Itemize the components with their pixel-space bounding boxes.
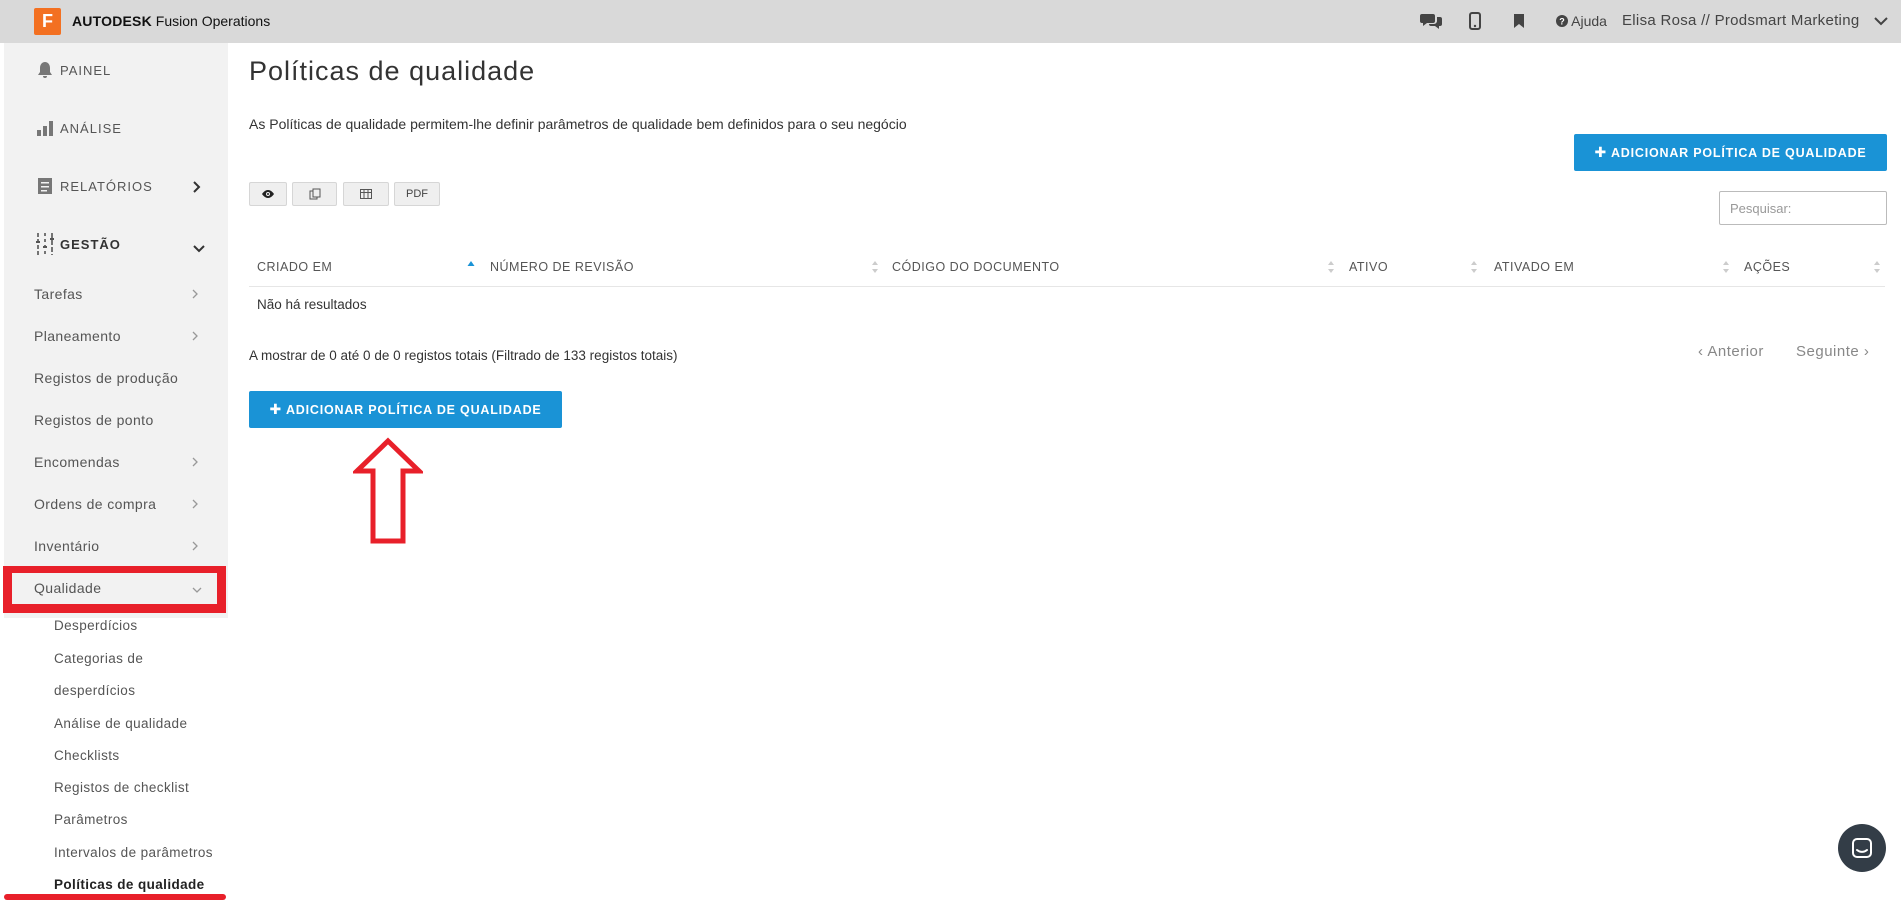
sidebar-item-registos-producao[interactable]: Registos de produção xyxy=(34,370,178,386)
plus-icon: ✚ xyxy=(269,401,282,417)
eye-icon xyxy=(262,190,274,198)
sidebar-item-analise[interactable]: ANÁLISE xyxy=(34,116,122,140)
chevron-right-icon xyxy=(192,330,198,344)
sidebar-label-relatorios: RELATÓRIOS xyxy=(60,178,153,194)
chevron-right-icon: › xyxy=(1863,343,1870,360)
bookmark-icon[interactable] xyxy=(1507,10,1531,32)
export-table-button[interactable] xyxy=(343,182,389,206)
add-quality-policy-label: ADICIONAR POLÍTICA DE QUALIDADE xyxy=(285,402,542,417)
table-header-divider xyxy=(249,286,1885,287)
brand-product: Fusion Operations xyxy=(151,13,271,29)
sidebar-item-tarefas[interactable]: Tarefas xyxy=(34,286,83,302)
help-icon: ? xyxy=(1556,15,1568,27)
pagination-previous[interactable]: ‹ Anterior xyxy=(1698,343,1764,360)
chevron-right-icon xyxy=(192,540,198,554)
annotation-highlight-box xyxy=(3,566,226,613)
pagination-next-label: Seguinte xyxy=(1796,343,1860,360)
column-header-codigo-documento[interactable]: CÓDIGO DO DOCUMENTO xyxy=(892,260,1060,274)
pagination-next[interactable]: Seguinte › xyxy=(1796,343,1869,360)
brand-autodesk: AUTODESK xyxy=(72,13,152,29)
brand-name[interactable]: AUTODESK Fusion Operations xyxy=(72,13,270,29)
chevron-right-icon xyxy=(192,288,198,302)
support-chat-button[interactable] xyxy=(1838,824,1886,872)
column-visibility-button[interactable] xyxy=(249,182,287,206)
chat-bubble-icon xyxy=(1852,838,1872,858)
add-quality-policy-button[interactable]: ✚ ADICIONAR POLÍTICA DE QUALIDADE xyxy=(249,391,562,428)
add-quality-policy-label: ADICIONAR POLÍTICA DE QUALIDADE xyxy=(1610,145,1867,160)
sidebar-item-gestao[interactable]: GESTÃO xyxy=(34,232,121,256)
column-header-ativo[interactable]: ATIVO xyxy=(1349,260,1388,274)
sort-icon[interactable] xyxy=(871,259,879,275)
sort-icon[interactable] xyxy=(1470,259,1478,275)
chevron-left-icon: ‹ xyxy=(1698,343,1704,360)
sidebar-item-inventario[interactable]: Inventário xyxy=(34,538,99,554)
fusion-logo-icon[interactable]: F xyxy=(34,8,61,35)
search-input[interactable] xyxy=(1719,191,1887,225)
sort-icon[interactable] xyxy=(1722,259,1730,275)
copy-button[interactable] xyxy=(292,182,337,206)
sidebar-item-ordens-compra[interactable]: Ordens de compra xyxy=(34,496,156,512)
sidebar-label-painel: PAINEL xyxy=(60,62,112,78)
pdf-export-button[interactable]: PDF xyxy=(394,182,440,206)
bar-chart-icon xyxy=(34,117,56,139)
sidebar-item-registos-checklist[interactable]: Registos de checklist xyxy=(54,780,189,795)
column-header-numero-revisao[interactable]: NÚMERO DE REVISÃO xyxy=(490,260,634,274)
svg-text:?: ? xyxy=(1559,17,1565,27)
mobile-icon[interactable] xyxy=(1463,10,1487,32)
chevron-right-icon xyxy=(192,498,198,512)
chevron-down-icon xyxy=(193,240,205,258)
top-bar: F AUTODESK Fusion Operations ? Ajuda Eli… xyxy=(0,0,1901,43)
sliders-icon xyxy=(34,233,56,255)
column-header-criado-em[interactable]: CRIADO EM xyxy=(257,260,332,274)
sidebar: PAINEL ANÁLISE RELATÓRIOS GESTÃO Tarefas… xyxy=(0,43,228,904)
bell-icon xyxy=(34,59,56,81)
sidebar-item-registos-ponto[interactable]: Registos de ponto xyxy=(34,412,154,428)
sidebar-item-politicas-qualidade[interactable]: Políticas de qualidade xyxy=(54,877,205,892)
sidebar-item-desperdicios[interactable]: Desperdícios xyxy=(54,618,138,633)
column-header-acoes[interactable]: AÇÕES xyxy=(1744,260,1790,274)
column-header-ativado-em[interactable]: ATIVADO EM xyxy=(1494,260,1574,274)
chevron-right-icon xyxy=(193,180,201,198)
sidebar-item-relatorios[interactable]: RELATÓRIOS xyxy=(34,174,153,198)
table-info-text: A mostrar de 0 até 0 de 0 registos totai… xyxy=(249,348,678,363)
report-icon xyxy=(34,175,56,197)
plus-icon: ✚ xyxy=(1594,144,1607,160)
sort-asc-icon[interactable] xyxy=(467,259,475,275)
sidebar-label-gestao: GESTÃO xyxy=(60,236,121,252)
chat-icon[interactable] xyxy=(1419,10,1443,32)
sidebar-label-analise: ANÁLISE xyxy=(60,120,122,136)
chevron-right-icon xyxy=(192,456,198,470)
pagination-previous-label: Anterior xyxy=(1707,343,1764,360)
sidebar-item-encomendas[interactable]: Encomendas xyxy=(34,454,120,470)
sidebar-item-categorias-desperdicios-line2[interactable]: desperdícios xyxy=(54,683,135,698)
add-quality-policy-button-top[interactable]: ✚ ADICIONAR POLÍTICA DE QUALIDADE xyxy=(1574,134,1887,171)
sidebar-item-categorias-desperdicios[interactable]: Categorias de xyxy=(54,651,143,666)
help-label: Ajuda xyxy=(1571,13,1607,29)
sidebar-item-painel[interactable]: PAINEL xyxy=(34,58,111,82)
chevron-down-icon[interactable] xyxy=(1874,13,1888,31)
sidebar-item-analise-qualidade[interactable]: Análise de qualidade xyxy=(54,716,187,731)
page-title: Políticas de qualidade xyxy=(249,56,536,86)
user-menu[interactable]: Elisa Rosa // Prodsmart Marketing xyxy=(1622,12,1859,29)
sort-icon[interactable] xyxy=(1873,259,1881,275)
table-icon xyxy=(360,189,372,199)
table-empty-message: Não há resultados xyxy=(257,297,367,312)
sidebar-item-checklists[interactable]: Checklists xyxy=(54,748,120,763)
page-description: As Políticas de qualidade permitem-lhe d… xyxy=(249,116,907,132)
sidebar-item-planeamento[interactable]: Planeamento xyxy=(34,328,121,344)
annotation-arrow-up-icon xyxy=(353,437,423,544)
sidebar-item-parametros[interactable]: Parâmetros xyxy=(54,812,128,827)
copy-icon xyxy=(309,188,320,200)
sidebar-item-intervalos-parametros[interactable]: Intervalos de parâmetros xyxy=(54,845,213,860)
annotation-underline xyxy=(4,894,226,900)
sort-icon[interactable] xyxy=(1327,259,1335,275)
help-link[interactable]: ? Ajuda xyxy=(1556,13,1607,29)
